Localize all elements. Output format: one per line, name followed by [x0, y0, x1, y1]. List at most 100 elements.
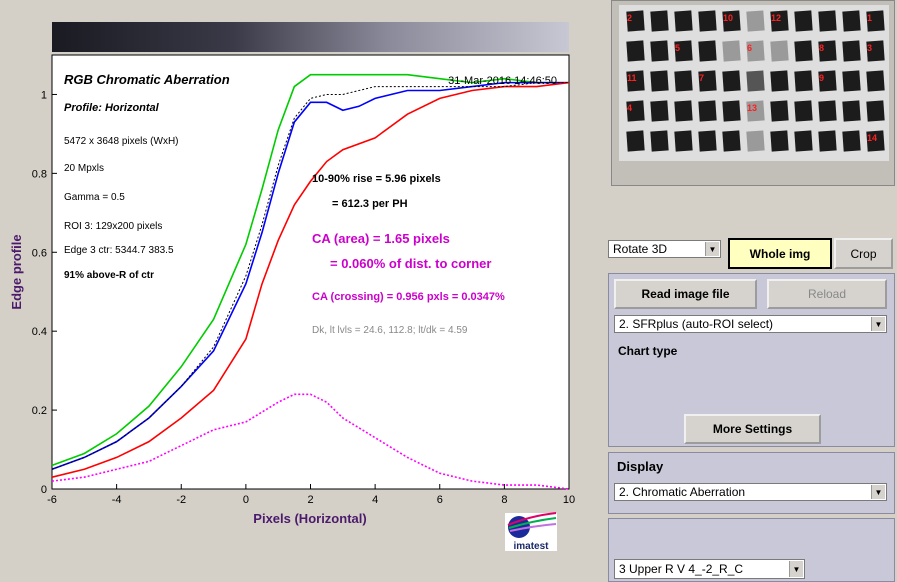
chart-patch [842, 100, 861, 122]
roi-label: 2 [627, 13, 633, 23]
sfrplus-chart: 2 10 12 4 5 6 8 11 7 9 13 3 1 14 [619, 5, 889, 161]
chart-patch [866, 100, 885, 122]
roi-label: 9 [819, 73, 825, 83]
chart-patch [842, 130, 861, 152]
x-tick-label: 4 [372, 494, 378, 506]
chevron-down-icon: ▼ [871, 485, 885, 499]
imatest-logo-text: imatest [513, 541, 549, 552]
plot-panel: -6 -4 -2 0 2 4 6 8 10 0 0.2 0.4 0.6 0.8 1 RGB Chromati… [0, 0, 600, 582]
y-tick-label: 0.6 [32, 247, 47, 259]
chart-mode-select[interactable]: 2. SFRplus (auto-ROI select) ▼ [614, 315, 887, 333]
chart-patch [698, 130, 717, 152]
chart-patch [650, 10, 669, 32]
chart-patch [818, 130, 837, 152]
read-image-file-button[interactable]: Read image file [614, 279, 757, 309]
x-tick-label: 0 [243, 494, 249, 506]
x-tick-label: 6 [437, 494, 443, 506]
chart-patch [722, 40, 741, 62]
x-tick-label: 8 [501, 494, 507, 506]
x-tick-label: 10 [563, 494, 575, 506]
roi-label: 11 [627, 73, 637, 83]
chart-patch [770, 70, 789, 92]
chart-patch [746, 10, 765, 32]
y-tick-label: 0.4 [32, 326, 47, 338]
chart-patch [650, 130, 669, 152]
chart-patch [698, 100, 717, 122]
chart-patch [698, 40, 717, 62]
roi-label: 3 [867, 43, 873, 53]
ca-crossing-text: CA (crossing) = 0.956 pxls = 0.0347% [312, 291, 505, 303]
chart-image-thumbnail[interactable]: 2 10 12 4 5 6 8 11 7 9 13 3 1 14 [611, 0, 895, 186]
chart-patch [722, 130, 741, 152]
chart-patch [626, 40, 645, 62]
chart-patch [674, 10, 693, 32]
roi-select-value: 3 Upper R V 4_-2_R_C [619, 562, 744, 576]
y-tick-label: 0.8 [32, 168, 47, 180]
roi-select[interactable]: 3 Upper R V 4_-2_R_C ▼ [614, 559, 805, 579]
chart-patch [650, 70, 669, 92]
ca-area-pct-text: = 0.060% of dist. to corner [330, 256, 491, 271]
roi-label: 1 [867, 13, 873, 23]
info-line: 5472 x 3648 pixels (WxH) [64, 136, 179, 147]
roi-label: 10 [723, 13, 734, 23]
roi-label: 7 [699, 73, 705, 83]
dk-levels-text: Dk, lt lvls = 24.6, 112.8; lt/dk = 4.59 [312, 325, 468, 336]
chevron-down-icon: ▼ [705, 242, 719, 256]
chart-patch [794, 40, 813, 62]
chart-patch [698, 10, 717, 32]
chart-patch [674, 70, 693, 92]
chart-patch [842, 70, 861, 92]
chart-patch [722, 70, 741, 92]
chart-patch [650, 100, 669, 122]
chart-patch [794, 10, 813, 32]
edge-profile-chart: -6 -4 -2 0 2 4 6 8 10 0 0.2 0.4 0.6 0.8 1 RGB Chromati… [9, 54, 575, 552]
chart-patch [818, 10, 837, 32]
chart-patch [650, 40, 669, 62]
plot-datetime: 31-Mar-2016 14:46:50 [448, 75, 557, 87]
chart-patch [794, 130, 813, 152]
x-tick-label: -4 [112, 494, 122, 506]
rotate-select[interactable]: Rotate 3D ▼ [608, 240, 721, 258]
info-line: Gamma = 0.5 [64, 192, 125, 203]
info-line: Edge 3 ctr: 5344.7 383.5 [64, 245, 174, 256]
chevron-down-icon: ▼ [871, 317, 885, 331]
chart-patch [794, 100, 813, 122]
chart-patch [746, 70, 765, 92]
chart-patch [674, 100, 693, 122]
y-axis-label: Edge profile [9, 234, 24, 309]
x-tick-label: 2 [307, 494, 313, 506]
y-tick-label: 0 [41, 484, 47, 496]
roi-label: 8 [819, 43, 825, 53]
more-settings-button[interactable]: More Settings [684, 414, 821, 444]
chart-patch [866, 70, 885, 92]
reload-button[interactable]: Reload [767, 279, 887, 309]
y-tick-label: 1 [41, 89, 47, 101]
chart-patch [842, 10, 861, 32]
roi-label: 12 [771, 13, 782, 23]
profile-label: Profile: Horizontal [64, 102, 160, 114]
per-ph-text: = 612.3 per PH [332, 198, 408, 210]
crop-button[interactable]: Crop [834, 238, 893, 269]
display-select-value: 2. Chromatic Aberration [619, 485, 746, 499]
plot-title: RGB Chromatic Aberration [64, 72, 230, 87]
chart-type-label: Chart type [618, 344, 678, 358]
chart-patch [770, 130, 789, 152]
chart-patch [770, 40, 789, 62]
display-label: Display [617, 459, 664, 474]
chart-patch [722, 100, 741, 122]
roi-label: 14 [867, 133, 878, 143]
roi-label: 6 [747, 43, 753, 53]
above-ctr-label: 91% above-R of ctr [64, 270, 154, 281]
roi-label: 13 [747, 103, 758, 113]
whole-img-button[interactable]: Whole img [728, 238, 832, 269]
roi-label: 4 [627, 103, 633, 113]
chart-patch [674, 130, 693, 152]
display-select[interactable]: 2. Chromatic Aberration ▼ [614, 483, 887, 501]
roi-label: 5 [675, 43, 681, 53]
rise-text: 10-90% rise = 5.96 pixels [312, 173, 441, 185]
chart-patch [626, 130, 645, 152]
chart-patch [794, 70, 813, 92]
rotate-select-value: Rotate 3D [613, 242, 668, 256]
chart-patch [818, 100, 837, 122]
ca-area-text: CA (area) = 1.65 pixels [312, 231, 450, 246]
